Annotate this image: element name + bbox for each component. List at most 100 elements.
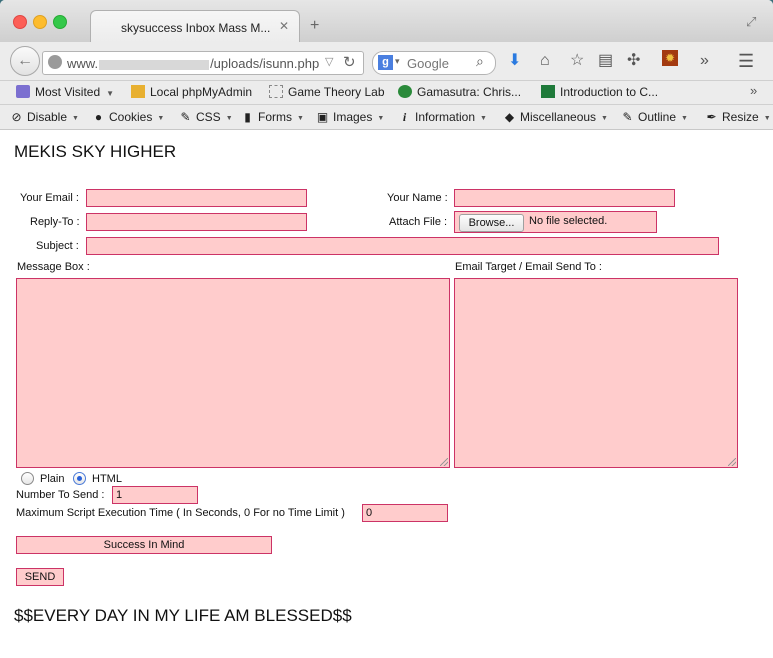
search-icon[interactable]: ⌕ xyxy=(476,53,484,70)
browser-window: skysuccess Inbox Mass M... ✕ + ⤢ ← www. /… xyxy=(0,0,773,658)
reload-icon[interactable]: ↻ xyxy=(343,53,356,71)
dev-menu-label: CSS xyxy=(196,110,221,124)
reply-to-label: Reply-To : xyxy=(30,216,80,228)
gamasutra-icon xyxy=(398,85,412,98)
bookmarks-overflow-icon[interactable]: » xyxy=(750,83,757,98)
your-email-input[interactable] xyxy=(86,189,307,207)
tab-close-icon[interactable]: ✕ xyxy=(279,19,289,33)
url-text: www. /uploads/isunn.php xyxy=(67,56,319,71)
puzzle-icon[interactable]: ✣ xyxy=(627,52,640,70)
dev-menu-label: Forms xyxy=(258,110,292,124)
bookmark-label: Local phpMyAdmin xyxy=(150,85,253,99)
clipboard-icon: ▮ xyxy=(244,110,251,124)
chevron-down-icon: ▼ xyxy=(157,115,165,122)
max-execution-time-input[interactable] xyxy=(362,504,448,522)
your-name-input[interactable] xyxy=(454,189,675,207)
dev-menu-information[interactable]: i Information ▼ xyxy=(398,110,487,125)
resize-grip-icon[interactable] xyxy=(440,458,448,466)
plain-radio[interactable] xyxy=(21,472,34,485)
browse-button[interactable]: Browse... xyxy=(459,214,524,232)
menu-icon[interactable]: ☰ xyxy=(738,52,754,70)
send-button[interactable]: SEND xyxy=(16,568,64,586)
email-target-label: Email Target / Email Send To : xyxy=(455,261,602,273)
back-arrow-icon: ← xyxy=(17,52,33,69)
url-path: /uploads/isunn.php xyxy=(210,56,320,71)
email-target-textarea[interactable] xyxy=(454,278,738,468)
bookmark-game-theory-lab[interactable]: Game Theory Lab xyxy=(269,85,385,99)
chevron-down-icon: ▼ xyxy=(297,115,304,122)
navigation-bar: ← www. /uploads/isunn.php ▽ ↻ g ▾ Google … xyxy=(0,42,773,81)
dev-menu-label: Disable xyxy=(27,110,68,124)
bookmark-label: Gamasutra: Chris... xyxy=(417,85,522,99)
new-tab-icon[interactable]: + xyxy=(310,18,319,34)
dev-menu-label: Miscellaneous xyxy=(520,110,597,124)
home-icon[interactable]: ⌂ xyxy=(540,52,550,70)
subject-input[interactable] xyxy=(86,237,719,255)
search-engine-dropdown-icon[interactable]: ▾ xyxy=(395,56,400,67)
message-box-textarea[interactable] xyxy=(16,278,450,468)
number-to-send-input[interactable] xyxy=(112,486,198,504)
attach-file-label: Attach File : xyxy=(389,216,448,228)
reply-to-input[interactable] xyxy=(86,213,307,231)
reading-list-icon[interactable]: ▤ xyxy=(598,52,613,70)
dev-menu-outline[interactable]: ✎ Outline ▼ xyxy=(621,110,688,124)
redacted-domain xyxy=(99,59,210,70)
bookmark-most-visited[interactable]: Most Visited ▼ xyxy=(16,85,114,99)
chevron-down-icon: ▼ xyxy=(377,115,385,122)
html-radio[interactable] xyxy=(73,472,86,485)
chevron-down-icon: ▼ xyxy=(763,115,771,122)
dev-menu-css[interactable]: ✎ CSS ▼ xyxy=(179,110,232,124)
your-name-label: Your Name : xyxy=(387,192,448,204)
dev-menu-miscellaneous[interactable]: ◆ Miscellaneous ▼ xyxy=(503,110,608,124)
zoom-window-button[interactable] xyxy=(53,15,67,29)
google-logo-icon[interactable]: g xyxy=(378,55,393,70)
dev-menu-cookies[interactable]: ● Cookies ▼ xyxy=(92,110,164,124)
subject-label: Subject : xyxy=(36,240,79,252)
pencil-icon: ✎ xyxy=(622,110,633,124)
resize-grip-icon[interactable] xyxy=(728,458,736,466)
bookmark-local-phpmyadmin[interactable]: Local phpMyAdmin xyxy=(131,85,252,99)
bookmark-label: Most Visited xyxy=(35,85,101,99)
attach-file-input[interactable]: Browse... No file selected. xyxy=(454,211,657,233)
fullscreen-icon[interactable]: ⤢ xyxy=(746,14,756,30)
wand-icon: ✎ xyxy=(180,110,191,124)
minimize-window-button[interactable] xyxy=(33,15,47,29)
dev-menu-forms[interactable]: ▮ Forms ▼ xyxy=(241,110,304,124)
search-bar[interactable]: g ▾ Google ⌕ xyxy=(372,51,496,75)
your-email-label: Your Email : xyxy=(20,192,79,204)
success-field[interactable]: Success In Mind xyxy=(16,536,272,554)
url-history-dropdown-icon[interactable]: ▽ xyxy=(325,55,333,68)
bookmark-label: Game Theory Lab xyxy=(288,85,385,99)
bookmark-introduction[interactable]: Introduction to C... xyxy=(541,85,658,99)
w-logo-icon xyxy=(541,85,555,98)
download-icon[interactable]: ⬇ xyxy=(508,52,521,70)
phpmyadmin-icon xyxy=(131,85,145,98)
dev-menu-resize[interactable]: ✒ Resize ▼ xyxy=(705,110,771,124)
user-icon: ● xyxy=(94,110,103,124)
browser-tab[interactable]: skysuccess Inbox Mass M... ✕ xyxy=(90,10,300,43)
max-execution-time-label: Maximum Script Execution Time ( In Secon… xyxy=(16,507,345,519)
overflow-chevron-icon[interactable]: » xyxy=(700,52,709,70)
chevron-down-icon: ▼ xyxy=(72,115,79,122)
tab-title: skysuccess Inbox Mass M... xyxy=(121,21,271,35)
image-icon: ▣ xyxy=(316,110,329,124)
chevron-down-icon: ▼ xyxy=(681,115,688,122)
html-radio-label: HTML xyxy=(92,473,122,485)
bookmark-star-icon[interactable]: ☆ xyxy=(570,52,584,70)
footer-text: $$EVERY DAY IN MY LIFE AM BLESSED$$ xyxy=(14,606,352,625)
close-window-button[interactable] xyxy=(13,15,27,29)
folder-icon xyxy=(16,85,30,98)
back-button[interactable]: ← xyxy=(10,46,40,76)
url-bar[interactable]: www. /uploads/isunn.php ▽ ↻ xyxy=(42,51,364,75)
page-title: MEKIS SKY HIGHER xyxy=(14,142,177,161)
bookmark-gamasutra[interactable]: Gamasutra: Chris... xyxy=(398,85,521,99)
search-placeholder: Google xyxy=(407,56,449,71)
plain-radio-label: Plain xyxy=(40,473,65,485)
extension-icon[interactable]: ✹ xyxy=(662,50,678,66)
info-icon: i xyxy=(402,110,407,124)
pen-icon: ✒ xyxy=(706,110,717,124)
dev-menu-disable[interactable]: ⊘ Disable ▼ xyxy=(10,110,79,124)
dev-menu-images[interactable]: ▣ Images ▼ xyxy=(316,110,384,124)
dev-menu-label: Outline xyxy=(638,110,677,124)
dev-menu-label: Cookies xyxy=(109,110,153,124)
